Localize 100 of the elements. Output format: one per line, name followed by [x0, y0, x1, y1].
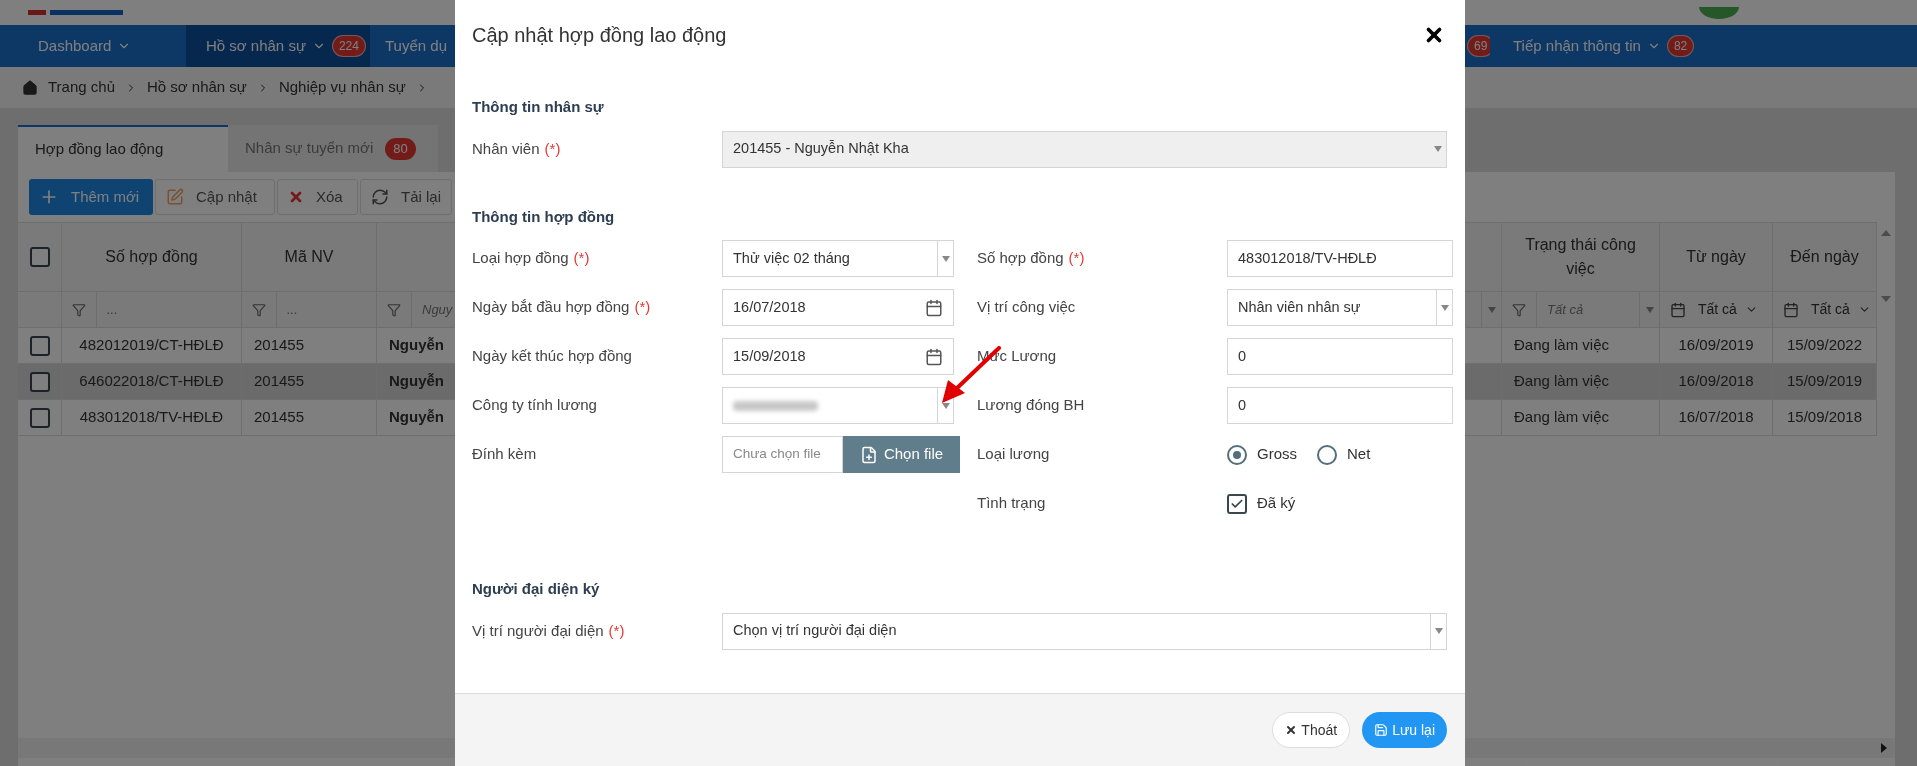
column-header[interactable]: Trạng thái công việc — [1512, 233, 1649, 281]
checkbox[interactable] — [29, 407, 50, 428]
scroll-up-icon[interactable] — [1881, 230, 1891, 236]
toolbar-button[interactable]: Thêm mới — [29, 179, 153, 215]
filter-cell[interactable]: ... — [242, 292, 377, 327]
checkbox[interactable] — [1227, 493, 1247, 514]
breadcrumb-link[interactable]: Trang chủ — [48, 76, 115, 99]
field-value: 0 — [1238, 346, 1247, 366]
tab-label: Nhân sự tuyển mới — [245, 138, 374, 159]
filter-cell[interactable]: Tất cả — [1773, 292, 1877, 327]
checkbox[interactable] — [29, 247, 50, 267]
close-icon — [1285, 724, 1298, 736]
toolbar-button[interactable]: Xóa — [277, 179, 358, 215]
date-field[interactable]: 16/07/2018 — [722, 289, 954, 326]
column-header[interactable]: Đến ngày — [1790, 245, 1859, 269]
select-field[interactable] — [722, 387, 954, 424]
select-value: 201455 - Nguyễn Nhật Kha — [733, 139, 909, 159]
tab-label: Hợp đồng lao động — [35, 139, 164, 160]
section-title: Thông tin hợp đồng — [472, 206, 616, 227]
field-label: Ngày kết thúc hợp đồng — [472, 346, 632, 367]
nav-label: Tiếp nhận thông tin — [1513, 35, 1641, 56]
select-field[interactable]: Chọn vị trí người đại diện — [722, 612, 1447, 650]
date-field[interactable]: 15/09/2018 — [722, 338, 954, 375]
filter-cell[interactable]: Tất cả — [1660, 292, 1773, 327]
calendar-icon — [1783, 301, 1799, 318]
table-cell-text: 201455 — [254, 407, 305, 428]
nav-item[interactable]: Hồ sơ nhân sự 224 — [186, 25, 370, 67]
field-label: Nhân viên — [472, 138, 540, 159]
tab[interactable]: Nhân sự tuyển mới 80 — [228, 125, 438, 172]
filter-icon — [252, 302, 266, 317]
filter-placeholder: ... — [287, 300, 298, 319]
filter-placeholder: Tất cả — [1547, 300, 1584, 319]
file-add-icon — [859, 445, 878, 464]
text-field[interactable]: 483012018/TV-HĐLĐ — [1227, 240, 1453, 277]
table-cell-text: Nguyễn — [389, 407, 444, 428]
text-field[interactable]: 0 — [1227, 338, 1453, 375]
field-label: Vị trí người đại diện — [472, 620, 604, 641]
field-value: 483012018/TV-HĐLĐ — [1238, 248, 1377, 268]
tab[interactable]: Hợp đồng lao động — [18, 125, 228, 172]
column-header[interactable]: Từ ngày — [1686, 245, 1746, 269]
calendar-icon — [925, 298, 943, 317]
breadcrumb-link[interactable]: Nghiệp vụ nhân sự — [278, 76, 406, 99]
radio-button[interactable] — [1227, 444, 1247, 465]
choose-file-button[interactable]: Chọn file — [843, 436, 960, 473]
filter-cell[interactable]: Tất cả — [1502, 292, 1660, 327]
breadcrumb-link[interactable]: Hồ sơ nhân sự — [147, 76, 247, 99]
table-cell-text: Đang làm việc — [1514, 371, 1610, 392]
scroll-down-icon[interactable] — [1881, 296, 1891, 302]
toolbar-button[interactable]: Cập nhật — [155, 179, 275, 215]
filter-placeholder: ... — [107, 300, 118, 319]
select-value: Thử việc 02 tháng — [733, 248, 850, 268]
field-label: Loại hợp đồng — [472, 248, 569, 269]
table-cell-text: 16/09/2018 — [1678, 371, 1754, 392]
required-mark: (*) — [544, 138, 561, 159]
select-field[interactable]: Thử việc 02 tháng — [722, 240, 954, 277]
count-badge: 80 — [385, 137, 416, 160]
edit-icon — [166, 188, 184, 206]
file-name-field[interactable]: Chưa chọn file — [722, 436, 843, 473]
radio-option[interactable]: Gross — [1227, 443, 1297, 466]
table-cell-text: 16/09/2019 — [1678, 335, 1754, 356]
file-placeholder: Chưa chọn file — [733, 445, 821, 464]
select-field[interactable]: Nhân viên nhân sự — [1227, 289, 1453, 326]
exit-button[interactable]: Thoát — [1272, 712, 1351, 748]
filter-placeholder: Nguy — [422, 300, 453, 319]
filter-icon — [1512, 302, 1526, 317]
filter-cell[interactable]: ... — [62, 292, 242, 327]
field-label: Đính kèm — [472, 444, 537, 465]
table-cell-text: 483012018/TV-HĐLĐ — [79, 407, 224, 428]
filter-icon — [72, 302, 86, 317]
radio-option[interactable]: Net — [1317, 443, 1371, 466]
text-field[interactable]: 0 — [1227, 387, 1453, 424]
field-value: 0 — [1238, 395, 1247, 415]
checkbox-label: Đã ký — [1257, 493, 1296, 514]
field-label: Công ty tính lương — [472, 395, 597, 416]
checkbox[interactable] — [29, 371, 50, 392]
save-button[interactable]: Lưu lại — [1362, 712, 1447, 748]
table-cell-text: Nguyễn — [389, 371, 444, 392]
date-value: 16/07/2018 — [733, 297, 806, 317]
caret-icon — [1487, 306, 1496, 313]
section-title: Thông tin nhân sự — [472, 97, 605, 117]
select-placeholder: Chọn vị trí người đại diện — [733, 621, 897, 641]
avatar — [1699, 6, 1739, 19]
scroll-right-icon[interactable] — [1881, 743, 1887, 753]
count-badge: 82 — [1666, 35, 1695, 57]
field-label: Lương đóng BH — [977, 395, 1085, 416]
filter-value: Tất cả — [1698, 300, 1737, 319]
nav-label: Dashboard — [38, 35, 112, 56]
table-cell-text: 646022018/CT-HĐLĐ — [79, 371, 224, 392]
field-label: Loại lương — [977, 444, 1050, 465]
column-header[interactable]: Số hợp đồng — [105, 245, 198, 269]
table-cell-text: Nguyễn — [389, 335, 444, 356]
calendar-icon — [925, 347, 943, 366]
section-title: Người đại diện ký — [472, 579, 601, 599]
toolbar-button[interactable]: Tải lại — [360, 179, 452, 215]
save-icon — [1374, 723, 1389, 737]
table-cell-text: 15/09/2019 — [1786, 371, 1863, 392]
radio-button[interactable] — [1317, 444, 1337, 465]
caret-icon — [941, 255, 950, 262]
column-header[interactable]: Mã NV — [284, 245, 334, 269]
checkbox[interactable] — [29, 335, 50, 356]
